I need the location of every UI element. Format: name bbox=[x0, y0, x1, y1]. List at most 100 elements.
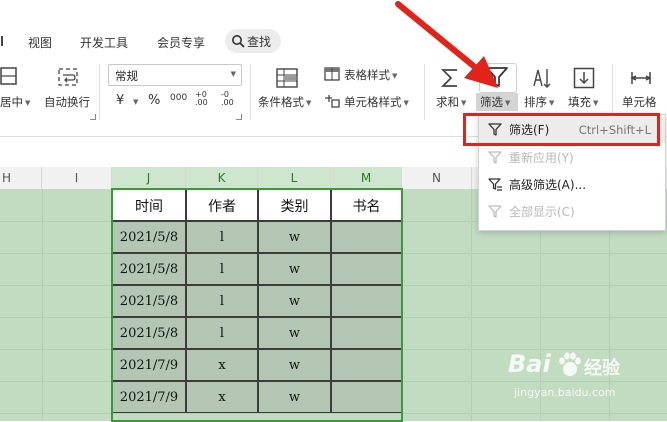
fill-label: 填充 bbox=[568, 95, 591, 109]
table-row: 2021/5/8 l w bbox=[112, 221, 402, 253]
table-cell[interactable]: l bbox=[186, 253, 258, 285]
menu-item-reapply[interactable]: 重新应用(Y) bbox=[479, 145, 665, 171]
tab-view[interactable]: 视图 bbox=[28, 34, 52, 51]
group-expand-icon[interactable] bbox=[90, 114, 96, 120]
watermark-brand-suffix: 经验 bbox=[584, 358, 620, 379]
table-row: 2021/5/8 l w bbox=[112, 253, 402, 285]
search-icon bbox=[232, 35, 245, 48]
cell-label: 单元格 bbox=[622, 95, 657, 109]
search-button[interactable]: 查找 bbox=[225, 29, 281, 53]
currency-button[interactable]: ¥ bbox=[116, 93, 124, 108]
column-header-j[interactable]: J bbox=[112, 167, 186, 189]
funnel-clear-icon bbox=[488, 205, 502, 218]
increase-decimal-button[interactable]: +0 .00 bbox=[195, 91, 215, 111]
menu-tab-edge[interactable] bbox=[0, 34, 3, 48]
watermark-brand: Bai bbox=[508, 350, 551, 378]
table-cell[interactable]: w bbox=[258, 381, 331, 413]
table-cell[interactable] bbox=[331, 317, 402, 349]
cell-button[interactable]: 单元格 bbox=[618, 64, 667, 114]
table-cell[interactable]: l bbox=[186, 221, 258, 253]
menu-item-label: 高级筛选(A)... bbox=[509, 178, 587, 192]
tab-member[interactable]: 会员专享 bbox=[157, 34, 205, 51]
table-row: 2021/7/9 x w bbox=[112, 381, 402, 413]
cell-style-icon bbox=[325, 95, 340, 108]
table-cell[interactable]: l bbox=[186, 317, 258, 349]
menu-item-show-all[interactable]: 全部显示(C) bbox=[479, 199, 665, 225]
header-cell-author[interactable]: 作者 bbox=[186, 189, 258, 221]
table-cell[interactable]: 2021/5/8 bbox=[112, 253, 186, 285]
highlight-box bbox=[463, 113, 660, 146]
chevron-down-icon: ▼ bbox=[25, 98, 31, 107]
fill-down-icon bbox=[573, 67, 595, 89]
header-cell-category[interactable]: 类别 bbox=[258, 189, 331, 221]
header-cell-time[interactable]: 时间 bbox=[112, 189, 186, 221]
table-cell[interactable]: x bbox=[186, 349, 258, 381]
column-header-k[interactable]: K bbox=[186, 167, 258, 189]
conditional-format-label: 条件格式 bbox=[258, 95, 304, 109]
percent-button[interactable]: % bbox=[148, 93, 160, 108]
table-cell[interactable]: w bbox=[258, 253, 331, 285]
chevron-down-icon[interactable]: ▼ bbox=[133, 98, 138, 106]
table-row: 2021/5/8 l w bbox=[112, 317, 402, 349]
sort-icon bbox=[533, 69, 551, 88]
table-cell[interactable]: 2021/7/9 bbox=[112, 381, 186, 413]
table-cell[interactable] bbox=[331, 381, 402, 413]
table-cell[interactable] bbox=[331, 221, 402, 253]
table-row: 2021/5/8 l w bbox=[112, 285, 402, 317]
chevron-down-icon: ▼ bbox=[230, 70, 236, 78]
table-cell[interactable]: 2021/5/8 bbox=[112, 285, 186, 317]
chevron-down-icon: ▼ bbox=[549, 98, 555, 107]
column-header-m[interactable]: M bbox=[331, 167, 402, 189]
tab-developer-tools[interactable]: 开发工具 bbox=[80, 34, 128, 51]
funnel-refresh-icon bbox=[488, 151, 502, 164]
decrease-decimal-button[interactable]: -0 .00 bbox=[221, 91, 241, 111]
conditional-format-button[interactable]: 条件格式 ▼ bbox=[256, 64, 316, 114]
increase-decimal-bottom: .00 bbox=[195, 98, 208, 107]
column-header-l[interactable]: L bbox=[258, 167, 331, 189]
watermark-url: jingyan.baidu.com bbox=[514, 386, 616, 399]
menu-bar: 视图 开发工具 会员专享 查找 bbox=[0, 0, 667, 58]
data-table: 时间 作者 类别 书名 2021/5/8 l w 2021/5/8 l w 20… bbox=[112, 189, 402, 421]
table-row: 2021/7/9 x w bbox=[112, 349, 402, 381]
table-cell[interactable]: w bbox=[258, 317, 331, 349]
table-style-icon bbox=[324, 67, 340, 81]
table-cell[interactable] bbox=[331, 285, 402, 317]
number-format-value: 常规 bbox=[115, 69, 138, 83]
fill-button[interactable]: 填充 ▼ bbox=[566, 64, 606, 114]
number-format-select[interactable]: 常规 ▼ bbox=[108, 64, 242, 86]
table-header-row: 时间 作者 类别 书名 bbox=[112, 189, 402, 221]
wrap-text-icon bbox=[58, 68, 78, 86]
table-cell[interactable]: 2021/5/8 bbox=[112, 221, 186, 253]
thousands-separator-button[interactable]: 000 bbox=[170, 93, 187, 103]
grid-line bbox=[471, 189, 472, 421]
sort-label: 排序 bbox=[524, 95, 547, 109]
sort-button[interactable]: 排序 ▼ bbox=[522, 64, 562, 114]
merge-cells-icon bbox=[0, 67, 17, 85]
cell-icon bbox=[630, 72, 652, 84]
grid-line bbox=[42, 189, 43, 421]
search-label: 查找 bbox=[247, 35, 272, 49]
table-cell[interactable]: 2021/5/8 bbox=[112, 317, 186, 349]
table-cell[interactable]: w bbox=[258, 221, 331, 253]
watermark: Bai 经验 jingyan.baidu.com bbox=[508, 350, 658, 410]
group-expand-icon[interactable] bbox=[236, 114, 242, 120]
table-cell[interactable] bbox=[331, 349, 402, 381]
menu-item-label: 全部显示(C) bbox=[509, 205, 575, 219]
wrap-text-button[interactable]: 自动换行 bbox=[42, 64, 96, 114]
merge-center-button[interactable]: 居中 ▼ bbox=[0, 64, 36, 114]
table-cell[interactable]: w bbox=[258, 285, 331, 317]
header-cell-title[interactable]: 书名 bbox=[331, 189, 402, 221]
ribbon-divider bbox=[99, 64, 100, 120]
menu-item-advanced-filter[interactable]: 高级筛选(A)... bbox=[479, 172, 665, 198]
ribbon-divider bbox=[250, 64, 251, 120]
table-cell[interactable]: x bbox=[186, 381, 258, 413]
column-header-h[interactable]: H bbox=[0, 167, 42, 189]
table-cell[interactable]: l bbox=[186, 285, 258, 317]
table-cell[interactable] bbox=[331, 253, 402, 285]
column-header-i[interactable]: I bbox=[42, 167, 112, 189]
column-header-n[interactable]: N bbox=[402, 167, 472, 189]
merge-center-label: 居中 bbox=[0, 95, 23, 109]
table-cell[interactable]: w bbox=[258, 349, 331, 381]
table-cell[interactable]: 2021/7/9 bbox=[112, 349, 186, 381]
paw-icon bbox=[559, 352, 581, 376]
